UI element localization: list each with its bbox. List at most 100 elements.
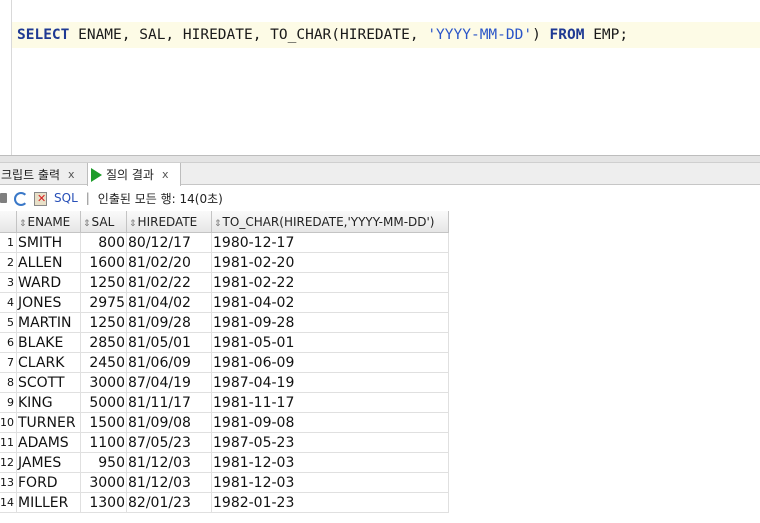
table-row[interactable]: 3 WARD 1250 81/02/22 1981-02-22 <box>0 272 449 293</box>
row-number[interactable]: 10 <box>0 412 17 433</box>
row-number[interactable]: 9 <box>0 392 17 413</box>
cell-to-char[interactable]: 1981-09-08 <box>211 412 449 433</box>
table-row[interactable]: 14 MILLER 1300 82/01/23 1982-01-23 <box>0 492 449 513</box>
table-row[interactable]: 12 JAMES 950 81/12/03 1981-12-03 <box>0 452 449 473</box>
cell-ename[interactable]: MILLER <box>16 492 81 513</box>
cell-sal[interactable]: 3000 <box>80 472 127 493</box>
close-icon[interactable]: x <box>162 168 169 181</box>
column-header-sal[interactable]: ⇕SAL <box>80 211 127 233</box>
cell-sal[interactable]: 2850 <box>80 332 127 353</box>
row-number[interactable]: 4 <box>0 292 17 313</box>
cell-to-char[interactable]: 1981-12-03 <box>211 452 449 473</box>
cell-sal[interactable]: 5000 <box>80 392 127 413</box>
editor-results-splitter[interactable] <box>0 155 760 163</box>
cell-ename[interactable]: JONES <box>16 292 81 313</box>
cell-ename[interactable]: ALLEN <box>16 252 81 273</box>
cell-to-char[interactable]: 1987-05-23 <box>211 432 449 453</box>
sql-link[interactable]: SQL <box>54 191 78 205</box>
table-row[interactable]: 9 KING 5000 81/11/17 1981-11-17 <box>0 392 449 413</box>
row-number[interactable]: 5 <box>0 312 17 333</box>
row-number[interactable]: 2 <box>0 252 17 273</box>
table-row[interactable]: 1 SMITH 800 80/12/17 1980-12-17 <box>0 232 449 253</box>
cell-ename[interactable]: WARD <box>16 272 81 293</box>
cell-ename[interactable]: TURNER <box>16 412 81 433</box>
cell-sal[interactable]: 1600 <box>80 252 127 273</box>
table-row[interactable]: 2 ALLEN 1600 81/02/20 1981-02-20 <box>0 252 449 273</box>
sql-statement[interactable]: SELECT ENAME, SAL, HIREDATE, TO_CHAR(HIR… <box>17 26 628 44</box>
cell-hiredate[interactable]: 81/02/20 <box>126 252 212 273</box>
cell-hiredate[interactable]: 82/01/23 <box>126 492 212 513</box>
cell-sal[interactable]: 1250 <box>80 272 127 293</box>
row-number[interactable]: 8 <box>0 372 17 393</box>
cell-hiredate[interactable]: 81/04/02 <box>126 292 212 313</box>
row-number[interactable]: 1 <box>0 232 17 253</box>
cell-sal[interactable]: 1250 <box>80 312 127 333</box>
cell-hiredate[interactable]: 81/02/22 <box>126 272 212 293</box>
cell-ename[interactable]: BLAKE <box>16 332 81 353</box>
cell-sal[interactable]: 3000 <box>80 372 127 393</box>
cell-ename[interactable]: KING <box>16 392 81 413</box>
cell-sal[interactable]: 1100 <box>80 432 127 453</box>
cell-hiredate[interactable]: 87/04/19 <box>126 372 212 393</box>
table-row[interactable]: 6 BLAKE 2850 81/05/01 1981-05-01 <box>0 332 449 353</box>
pin-icon[interactable] <box>0 191 8 205</box>
column-header-hiredate[interactable]: ⇕HIREDATE <box>126 211 212 233</box>
cell-to-char[interactable]: 1987-04-19 <box>211 372 449 393</box>
cell-ename[interactable]: SMITH <box>16 232 81 253</box>
cell-hiredate[interactable]: 87/05/23 <box>126 432 212 453</box>
results-grid: ⇕ENAME ⇕SAL ⇕HIREDATE ⇕TO_CHAR(HIREDATE,… <box>0 211 449 513</box>
cell-hiredate[interactable]: 81/05/01 <box>126 332 212 353</box>
table-row[interactable]: 4 JONES 2975 81/04/02 1981-04-02 <box>0 292 449 313</box>
cell-ename[interactable]: MARTIN <box>16 312 81 333</box>
row-number[interactable]: 7 <box>0 352 17 373</box>
tab-script-output[interactable]: 크립트 출력 x <box>0 163 87 185</box>
cell-ename[interactable]: SCOTT <box>16 372 81 393</box>
row-number[interactable]: 14 <box>0 492 17 513</box>
close-icon[interactable]: x <box>68 168 75 181</box>
sql-editor[interactable]: SELECT ENAME, SAL, HIREDATE, TO_CHAR(HIR… <box>0 0 760 155</box>
cell-hiredate[interactable]: 81/12/03 <box>126 452 212 473</box>
column-header-to-char[interactable]: ⇕TO_CHAR(HIREDATE,'YYYY-MM-DD') <box>211 211 449 233</box>
cell-sal[interactable]: 2975 <box>80 292 127 313</box>
cell-sal[interactable]: 950 <box>80 452 127 473</box>
tab-query-result[interactable]: 질의 결과 x <box>87 163 181 186</box>
column-header-ename[interactable]: ⇕ENAME <box>16 211 81 233</box>
cell-hiredate[interactable]: 80/12/17 <box>126 232 212 253</box>
row-number[interactable]: 6 <box>0 332 17 353</box>
cell-ename[interactable]: FORD <box>16 472 81 493</box>
cell-to-char[interactable]: 1981-12-03 <box>211 472 449 493</box>
cell-to-char[interactable]: 1981-09-28 <box>211 312 449 333</box>
cell-hiredate[interactable]: 81/06/09 <box>126 352 212 373</box>
cell-sal[interactable]: 1300 <box>80 492 127 513</box>
cell-hiredate[interactable]: 81/11/17 <box>126 392 212 413</box>
cell-to-char[interactable]: 1980-12-17 <box>211 232 449 253</box>
row-number[interactable]: 13 <box>0 472 17 493</box>
cell-hiredate[interactable]: 81/09/08 <box>126 412 212 433</box>
cell-ename[interactable]: ADAMS <box>16 432 81 453</box>
cell-to-char[interactable]: 1981-11-17 <box>211 392 449 413</box>
cell-to-char[interactable]: 1981-02-22 <box>211 272 449 293</box>
refresh-icon[interactable] <box>13 191 28 206</box>
cell-to-char[interactable]: 1982-01-23 <box>211 492 449 513</box>
cell-hiredate[interactable]: 81/12/03 <box>126 472 212 493</box>
cell-to-char[interactable]: 1981-04-02 <box>211 292 449 313</box>
table-row[interactable]: 11 ADAMS 1100 87/05/23 1987-05-23 <box>0 432 449 453</box>
table-row[interactable]: 5 MARTIN 1250 81/09/28 1981-09-28 <box>0 312 449 333</box>
table-row[interactable]: 13 FORD 3000 81/12/03 1981-12-03 <box>0 472 449 493</box>
cell-to-char[interactable]: 1981-05-01 <box>211 332 449 353</box>
table-row[interactable]: 8 SCOTT 3000 87/04/19 1987-04-19 <box>0 372 449 393</box>
cell-sal[interactable]: 2450 <box>80 352 127 373</box>
cell-to-char[interactable]: 1981-02-20 <box>211 252 449 273</box>
table-row[interactable]: 7 CLARK 2450 81/06/09 1981-06-09 <box>0 352 449 373</box>
cell-sal[interactable]: 1500 <box>80 412 127 433</box>
cell-hiredate[interactable]: 81/09/28 <box>126 312 212 333</box>
cancel-sql-icon[interactable] <box>33 191 48 206</box>
row-number[interactable]: 11 <box>0 432 17 453</box>
cell-to-char[interactable]: 1981-06-09 <box>211 352 449 373</box>
table-row[interactable]: 10 TURNER 1500 81/09/08 1981-09-08 <box>0 412 449 433</box>
row-number[interactable]: 3 <box>0 272 17 293</box>
cell-ename[interactable]: JAMES <box>16 452 81 473</box>
row-number[interactable]: 12 <box>0 452 17 473</box>
cell-sal[interactable]: 800 <box>80 232 127 253</box>
cell-ename[interactable]: CLARK <box>16 352 81 373</box>
